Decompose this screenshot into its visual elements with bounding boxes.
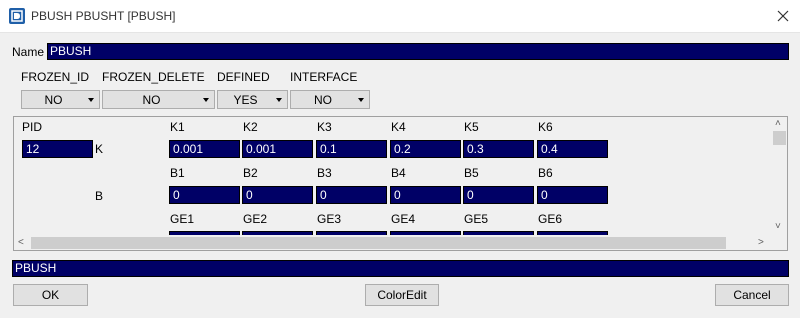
scroll-up-icon[interactable]: ˄ — [775, 118, 781, 130]
cancel-button[interactable]: Cancel — [715, 284, 789, 306]
defined-value: YES — [233, 93, 258, 107]
header-b4: B4 — [391, 166, 406, 180]
b5-input[interactable]: 0 — [463, 186, 534, 204]
row-label-k: K — [95, 142, 104, 156]
header-k3: K3 — [317, 120, 332, 134]
frozen-id-value: NO — [44, 93, 63, 107]
interface-value: NO — [314, 93, 332, 107]
header-b2: B2 — [243, 166, 258, 180]
name-input[interactable]: PBUSH — [47, 43, 789, 60]
title-bar: PBUSH PBUSHT [PBUSH] — [0, 0, 800, 33]
row-label-b: B — [95, 189, 104, 203]
scroll-down-icon[interactable]: ˅ — [775, 221, 781, 233]
window-title: PBUSH PBUSHT [PBUSH] — [31, 9, 176, 23]
k5-input[interactable]: 0.3 — [463, 140, 534, 158]
defined-dropdown[interactable]: YES — [217, 90, 288, 109]
header-k6: K6 — [538, 120, 553, 134]
header-ge5: GE5 — [464, 212, 489, 226]
header-ge3: GE3 — [317, 212, 342, 226]
ok-button[interactable]: OK — [13, 284, 88, 306]
pid-label: PID — [22, 120, 43, 134]
chevron-down-icon — [88, 98, 94, 102]
color-edit-button[interactable]: ColorEdit — [365, 284, 439, 306]
interface-label: INTERFACE — [290, 70, 358, 84]
header-ge4: GE4 — [391, 212, 416, 226]
header-k2: K2 — [243, 120, 258, 134]
header-b5: B5 — [464, 166, 479, 180]
scroll-left-icon[interactable]: < — [18, 237, 24, 249]
b6-input[interactable]: 0 — [537, 186, 608, 204]
chevron-down-icon — [358, 98, 364, 102]
chevron-down-icon — [276, 98, 282, 102]
status-field[interactable]: PBUSH — [12, 260, 789, 277]
header-k1: K1 — [170, 120, 185, 134]
frozen-id-dropdown[interactable]: NO — [21, 90, 100, 109]
scroll-right-icon[interactable]: > — [758, 237, 764, 249]
header-k4: K4 — [391, 120, 406, 134]
interface-dropdown[interactable]: NO — [290, 90, 370, 109]
horizontal-scrollbar[interactable]: < > — [14, 235, 771, 250]
header-ge1: GE1 — [170, 212, 195, 226]
property-grid-panel: PID 12 K K1 K2 K3 K4 K5 K6 0.001 0.001 0… — [13, 116, 788, 251]
frozen-id-label: FROZEN_ID — [21, 70, 90, 84]
name-label: Name — [12, 45, 45, 59]
b4-input[interactable]: 0 — [390, 186, 461, 204]
frozen-delete-value: NO — [142, 93, 161, 107]
b3-input[interactable]: 0 — [316, 186, 387, 204]
header-ge6: GE6 — [538, 212, 563, 226]
b2-input[interactable]: 0 — [242, 186, 313, 204]
k4-input[interactable]: 0.2 — [390, 140, 461, 158]
b1-input[interactable]: 0 — [169, 186, 240, 204]
chevron-down-icon — [203, 98, 209, 102]
k2-input[interactable]: 0.001 — [242, 140, 313, 158]
horizontal-scroll-thumb[interactable] — [31, 237, 726, 249]
header-b6: B6 — [538, 166, 553, 180]
pid-input[interactable]: 12 — [22, 140, 93, 158]
defined-label: DEFINED — [217, 70, 270, 84]
close-icon[interactable] — [774, 7, 792, 25]
k3-input[interactable]: 0.1 — [316, 140, 387, 158]
header-k5: K5 — [464, 120, 479, 134]
header-ge2: GE2 — [243, 212, 268, 226]
vertical-scroll-thumb[interactable] — [773, 131, 786, 145]
header-b3: B3 — [317, 166, 332, 180]
scrollbar-corner — [771, 235, 787, 250]
k6-input[interactable]: 0.4 — [537, 140, 608, 158]
vertical-scrollbar[interactable]: ˄ ˅ — [771, 117, 787, 235]
k1-input[interactable]: 0.001 — [169, 140, 240, 158]
frozen-delete-label: FROZEN_DELETE — [102, 70, 205, 84]
frozen-delete-dropdown[interactable]: NO — [102, 90, 215, 109]
app-logo-icon — [9, 8, 25, 24]
header-b1: B1 — [170, 166, 185, 180]
